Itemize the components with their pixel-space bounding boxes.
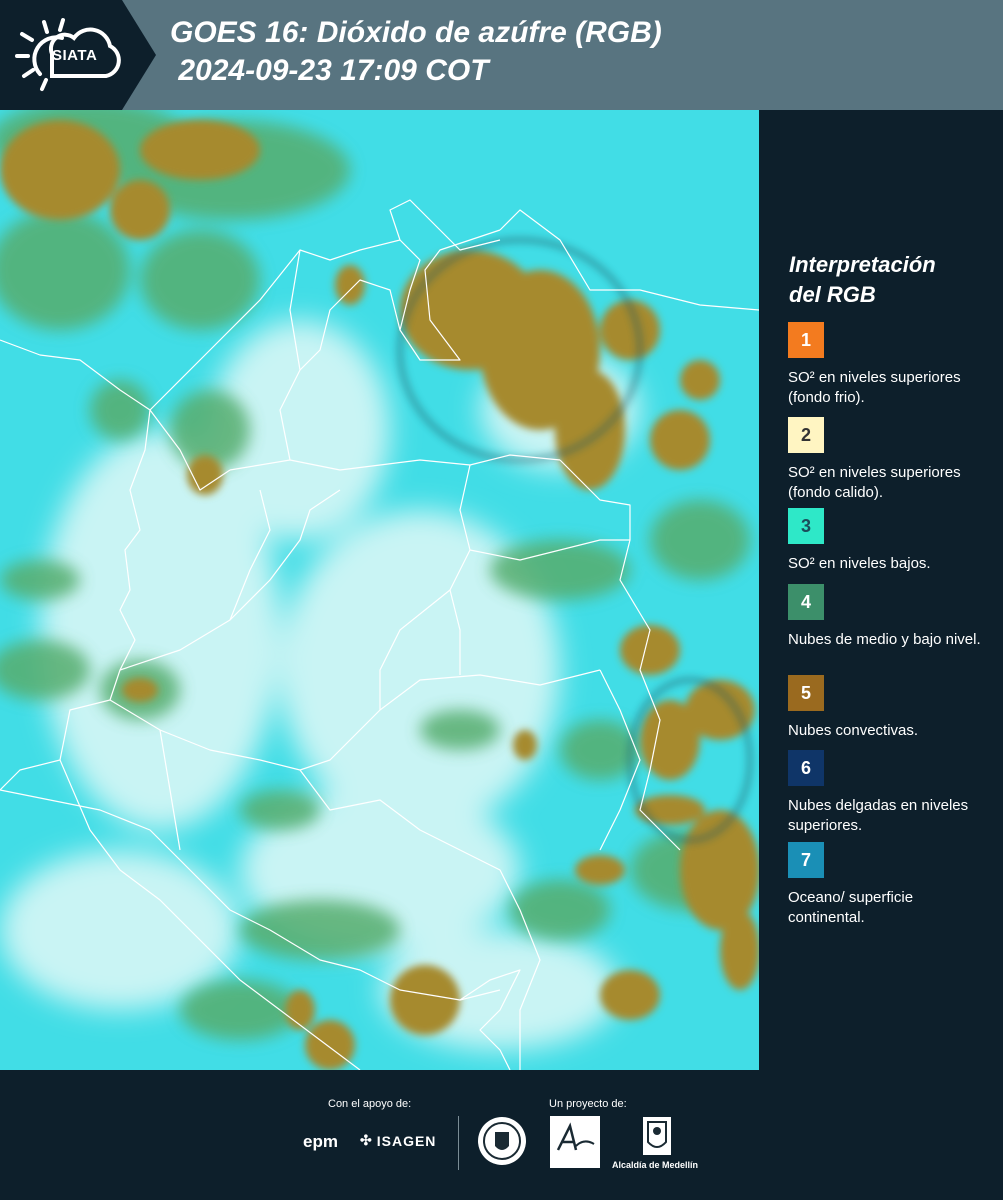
legend-label-6: Nubes delgadas en niveles superiores. bbox=[788, 797, 969, 834]
legend-item-4: 4 Nubes de medio y bajo nivel. bbox=[788, 584, 998, 650]
legend-item-3: 3 SO² en niveles bajos. bbox=[788, 508, 998, 574]
legend-title-line2: del RGB bbox=[789, 282, 876, 307]
legend-number-1: 1 bbox=[800, 329, 811, 350]
legend-swatch-2: 2 bbox=[788, 417, 824, 453]
legend-item-2: 2 SO² en niveles superiores (fondo calid… bbox=[788, 417, 998, 511]
legend-number-6: 6 bbox=[800, 757, 811, 778]
legend-item-6: 6 Nubes delgadas en niveles superiores. bbox=[788, 750, 998, 836]
area-script-icon bbox=[556, 1122, 595, 1151]
alcaldia-label: Alcaldía de Medellín bbox=[612, 1160, 699, 1170]
footer: Con el apoyo de: Un proyecto de: epm ✣ I… bbox=[0, 1070, 1003, 1200]
siata-logo[interactable]: SIATA bbox=[0, 0, 156, 110]
satellite-image bbox=[0, 110, 759, 1070]
header: SIATA GOES 16: Dióxido de azúfre (RGB) 2… bbox=[0, 0, 1003, 110]
legend-label-5: Nubes convectivas. bbox=[788, 722, 919, 739]
isagen-logo-text: ISAGEN bbox=[376, 1132, 437, 1149]
legend-number-3: 3 bbox=[800, 515, 811, 536]
page-title: GOES 16: Dióxido de azúfre (RGB) 2024-09… bbox=[170, 14, 662, 90]
legend-swatch-6: 6 bbox=[788, 750, 824, 786]
legend-label-4: Nubes de medio y bajo nivel. bbox=[788, 631, 981, 648]
legend-item-1: 1 SO² en niveles superiores (fondo frio)… bbox=[788, 322, 998, 408]
legend-item-5: 5 Nubes convectivas. bbox=[788, 675, 998, 741]
medellin-seal-icon[interactable] bbox=[477, 1116, 527, 1166]
legend-label-3: SO² en niveles bajos. bbox=[788, 555, 931, 572]
legend-title-line1: Interpretación bbox=[789, 252, 936, 277]
legend-number-2: 2 bbox=[800, 424, 811, 445]
legend-panel: Interpretación del RGB 1 SO² en niveles … bbox=[759, 110, 1003, 1070]
legend-swatch-1: 1 bbox=[788, 322, 824, 358]
project-label: Un proyecto de: bbox=[549, 1098, 627, 1110]
legend-number-7: 7 bbox=[800, 849, 811, 870]
legend-number-4: 4 bbox=[800, 591, 811, 612]
title-product: GOES 16: Dióxido de azúfre (RGB) bbox=[170, 16, 662, 49]
alcaldia-shield-icon[interactable] bbox=[642, 1116, 672, 1156]
legend-swatch-7: 7 bbox=[788, 842, 824, 878]
satellite-map[interactable] bbox=[0, 110, 759, 1070]
siata-logo-text: SIATA bbox=[52, 47, 98, 64]
legend-swatch-5: 5 bbox=[788, 675, 824, 711]
legend-label-1: SO² en niveles superiores (fondo frio). bbox=[788, 369, 961, 406]
legend-title: Interpretación del RGB bbox=[789, 250, 989, 310]
footer-divider bbox=[458, 1116, 459, 1170]
area-metropolitana-logo[interactable] bbox=[550, 1116, 600, 1168]
title-timestamp: 2024-09-23 17:09 COT bbox=[170, 54, 489, 87]
support-label: Con el apoyo de: bbox=[328, 1098, 412, 1110]
legend-label-7: Oceano/ superficie continental. bbox=[788, 889, 914, 926]
epm-logo[interactable]: epm bbox=[303, 1132, 338, 1152]
legend-number-5: 5 bbox=[800, 682, 811, 703]
legend-item-7: 7 Oceano/ superficie continental. bbox=[788, 842, 998, 928]
isagen-logo[interactable]: ✣ ISAGEN bbox=[360, 1132, 436, 1149]
legend-swatch-3: 3 bbox=[788, 508, 824, 544]
legend-label-2: SO² en niveles superiores (fondo calido)… bbox=[788, 464, 961, 501]
isagen-mark-icon: ✣ bbox=[360, 1132, 373, 1148]
legend-swatch-4: 4 bbox=[788, 584, 824, 620]
